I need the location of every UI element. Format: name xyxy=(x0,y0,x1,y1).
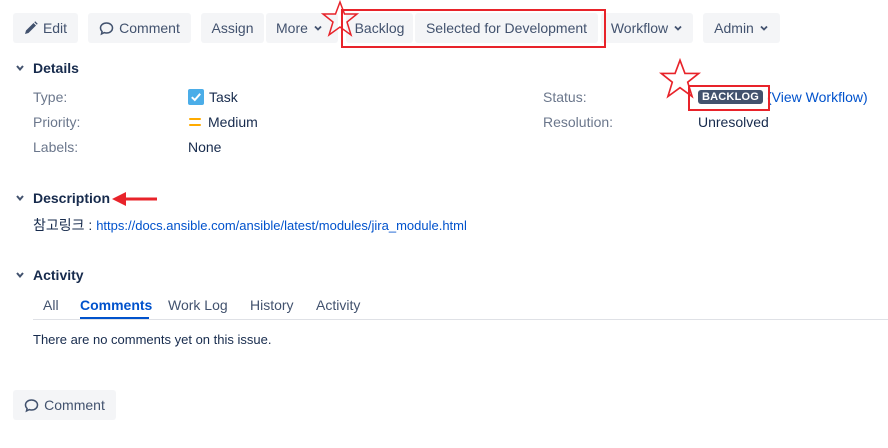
priority-value: Medium xyxy=(188,114,258,130)
comment-button[interactable]: Comment xyxy=(88,13,191,43)
chevron-down-icon xyxy=(673,23,683,33)
description-section-header[interactable]: Description xyxy=(12,190,110,206)
tabs-divider xyxy=(33,319,888,320)
details-section-header[interactable]: Details xyxy=(12,60,79,76)
view-workflow-link[interactable]: (View Workflow) xyxy=(767,89,868,105)
description-body: 참고링크 : https://docs.ansible.com/ansible/… xyxy=(33,215,467,235)
details-title: Details xyxy=(33,60,79,76)
backlog-button-label: Backlog xyxy=(354,20,405,36)
resolution-label: Resolution: xyxy=(543,114,614,130)
admin-button[interactable]: Admin xyxy=(703,13,780,43)
footer-comment-label: Comment xyxy=(44,397,105,413)
tab-work-log[interactable]: Work Log xyxy=(168,297,228,313)
description-link[interactable]: https://docs.ansible.com/ansible/latest/… xyxy=(96,218,467,233)
tab-all[interactable]: All xyxy=(43,297,59,313)
description-title: Description xyxy=(33,190,111,206)
no-comments-message: There are no comments yet on this issue. xyxy=(33,332,272,347)
labels-label: Labels: xyxy=(33,139,79,155)
resolution-value: Unresolved xyxy=(698,114,769,130)
assign-button[interactable]: Assign xyxy=(201,13,264,43)
chevron-down-icon xyxy=(759,23,769,33)
active-tab-indicator xyxy=(80,317,149,319)
status-value: BACKLOG (View Workflow) xyxy=(698,89,868,105)
selected-for-development-button[interactable]: Selected for Development xyxy=(415,13,598,43)
workflow-button[interactable]: Workflow xyxy=(601,13,693,43)
task-icon xyxy=(188,89,204,105)
priority-value-text: Medium xyxy=(208,114,258,130)
tab-comments[interactable]: Comments xyxy=(80,297,152,313)
admin-button-label: Admin xyxy=(714,20,754,36)
type-value-text: Task xyxy=(209,89,238,105)
backlog-transition-button[interactable]: Backlog xyxy=(346,13,413,43)
priority-medium-icon xyxy=(188,115,202,129)
priority-label: Priority: xyxy=(33,114,81,130)
collapse-chevron-icon xyxy=(12,60,28,76)
tab-history[interactable]: History xyxy=(250,297,294,313)
pencil-icon xyxy=(24,21,38,35)
collapse-chevron-icon xyxy=(12,267,28,283)
activity-title: Activity xyxy=(33,267,84,283)
edit-button-label: Edit xyxy=(42,20,68,36)
description-prefix: 참고링크 : xyxy=(33,217,97,233)
activity-section-header[interactable]: Activity xyxy=(12,267,84,283)
annotation-star-icon xyxy=(658,58,702,99)
tab-activity[interactable]: Activity xyxy=(316,297,360,313)
status-badge: BACKLOG xyxy=(698,90,764,104)
more-button[interactable]: More xyxy=(266,13,338,43)
collapse-chevron-icon xyxy=(12,190,28,206)
type-value: Task xyxy=(188,89,238,105)
more-button-label: More xyxy=(276,20,308,36)
workflow-button-label: Workflow xyxy=(610,20,669,36)
assign-button-label: Assign xyxy=(211,20,254,36)
annotation-arrow-icon xyxy=(112,192,157,206)
selected-for-development-label: Selected for Development xyxy=(425,20,588,36)
labels-value: None xyxy=(188,139,222,155)
comment-icon xyxy=(99,21,114,36)
type-label: Type: xyxy=(33,89,68,105)
footer-comment-button[interactable]: Comment xyxy=(13,390,116,420)
edit-button[interactable]: Edit xyxy=(13,13,78,43)
comment-icon xyxy=(24,398,39,413)
chevron-down-icon xyxy=(313,23,323,33)
status-label: Status: xyxy=(543,89,587,105)
comment-button-label: Comment xyxy=(119,20,180,36)
